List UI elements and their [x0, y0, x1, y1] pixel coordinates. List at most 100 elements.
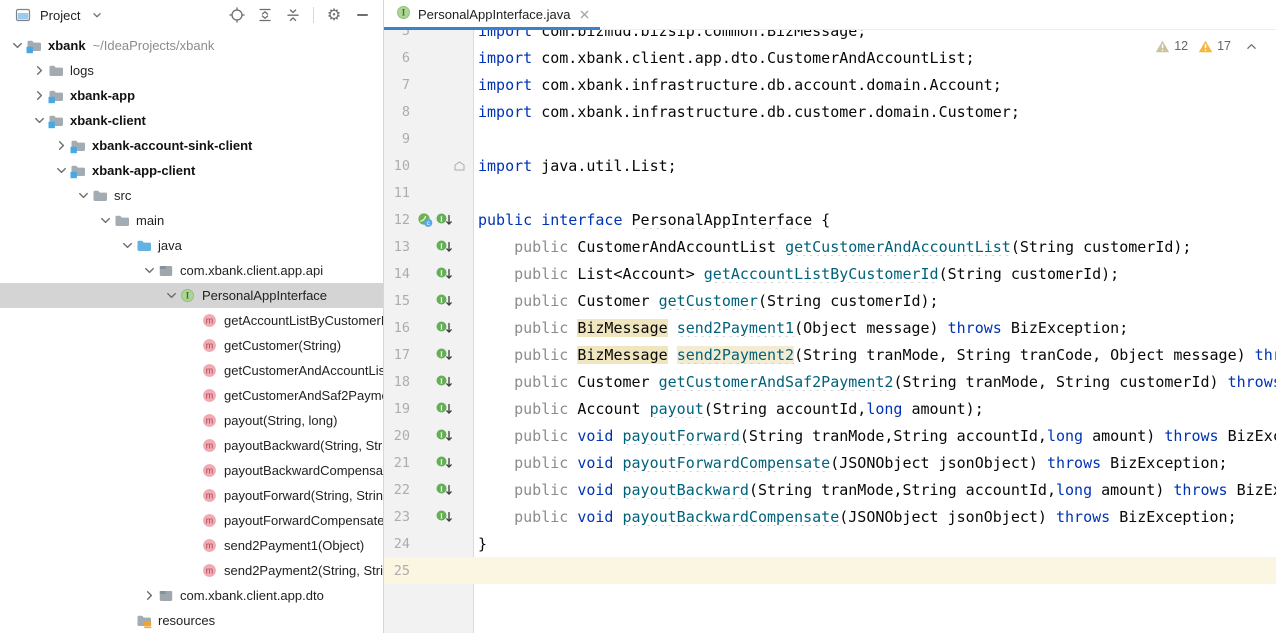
- tree-item-payoutforwardcompensate-jsonobject[interactable]: mpayoutForwardCompensate(JSONObject): [0, 508, 383, 533]
- tree-chevron-down-icon[interactable]: [8, 38, 26, 53]
- code-line-14[interactable]: 14I public List<Account> getAccountListB…: [384, 260, 1276, 287]
- implemented-marker-icon[interactable]: I: [436, 509, 453, 524]
- tree-item-xbank-client[interactable]: xbank-client: [0, 108, 383, 133]
- chevron-down-icon[interactable]: [86, 4, 108, 26]
- tree-chevron-right-icon[interactable]: [52, 138, 70, 153]
- warning-indicator[interactable]: 17: [1198, 39, 1231, 53]
- tree-item-getcustomerandsaf2payment2-string-string[interactable]: mgetCustomerAndSaf2Payment2(String, Stri…: [0, 383, 383, 408]
- tree-chevron-down-icon[interactable]: [96, 213, 114, 228]
- code-token: Account: [568, 400, 649, 418]
- tree-chevron-right-icon[interactable]: [30, 63, 48, 78]
- code-token: long: [1047, 427, 1083, 445]
- settings-gear-icon[interactable]: ⚙: [323, 4, 345, 26]
- tree-item-xbank-account-sink-client[interactable]: xbank-account-sink-client: [0, 133, 383, 158]
- tree-chevron-right-icon[interactable]: [140, 588, 158, 603]
- tree-chevron-down-icon[interactable]: [162, 288, 180, 303]
- tree-item-label: xbank-app-client: [92, 163, 195, 178]
- tree-item-send2payment2-string-string-object[interactable]: msend2Payment2(String, String, Object): [0, 558, 383, 583]
- tree-item-com-xbank-client-app-dto[interactable]: com.xbank.client.app.dto: [0, 583, 383, 608]
- tree-chevron-down-icon[interactable]: [118, 238, 136, 253]
- code-line-25[interactable]: 25: [384, 557, 1276, 584]
- implemented-marker-icon[interactable]: I: [436, 482, 453, 497]
- tree-chevron-down-icon[interactable]: [52, 163, 70, 178]
- tree-item-logs[interactable]: logs: [0, 58, 383, 83]
- method-icon: m: [202, 513, 222, 528]
- implemented-marker-icon[interactable]: I: [436, 293, 453, 308]
- code-token: payoutForwardCompensate: [623, 454, 831, 472]
- tab-close-icon[interactable]: [579, 9, 590, 20]
- code-line-8[interactable]: 8import com.xbank.infrastructure.db.cust…: [384, 98, 1276, 125]
- code-line-5[interactable]: 5import com.bizmud.bizsip.common.BizMess…: [384, 30, 1276, 44]
- tree-item-personalappinterface[interactable]: IPersonalAppInterface: [0, 283, 383, 308]
- tree-item-getcustomerandaccountlist-string[interactable]: mgetCustomerAndAccountList(String): [0, 358, 383, 383]
- tree-chevron-down-icon[interactable]: [140, 263, 158, 278]
- code-token: (String tranMode, String customerId): [893, 373, 1227, 391]
- tree-item-payoutbackwardcompensate-jsonobject[interactable]: mpayoutBackwardCompensate(JSONObject): [0, 458, 383, 483]
- code-line-21[interactable]: 21I public void payoutForwardCompensate(…: [384, 449, 1276, 476]
- chevron-up-icon[interactable]: [1245, 41, 1258, 52]
- tree-item-src[interactable]: src: [0, 183, 383, 208]
- code-line-6[interactable]: 6import com.xbank.client.app.dto.Custome…: [384, 44, 1276, 71]
- collapse-all-icon[interactable]: [282, 4, 304, 26]
- implemented-marker-icon[interactable]: I: [436, 266, 453, 281]
- tree-item-xbank[interactable]: xbank~/IdeaProjects/xbank: [0, 33, 383, 58]
- implemented-marker-icon[interactable]: I: [436, 374, 453, 389]
- tree-chevron-right-icon[interactable]: [30, 88, 48, 103]
- code-token: [478, 373, 514, 391]
- fold-marker-icon[interactable]: [454, 161, 465, 171]
- code-line-23[interactable]: 23I public void payoutBackwardCompensate…: [384, 503, 1276, 530]
- implemented-marker-icon[interactable]: I: [436, 347, 453, 362]
- code-token: [668, 346, 677, 364]
- code-token: PersonalAppInterface: [632, 211, 813, 229]
- code-line-13[interactable]: 13I public CustomerAndAccountList getCus…: [384, 233, 1276, 260]
- code-line-7[interactable]: 7import com.xbank.infrastructure.db.acco…: [384, 71, 1276, 98]
- expand-all-icon[interactable]: [254, 4, 276, 26]
- code-editor[interactable]: 12 17 5import com.bizmud.bizsip.common.B…: [384, 30, 1276, 633]
- hide-panel-icon[interactable]: [351, 4, 373, 26]
- tree-item-xbank-app[interactable]: xbank-app: [0, 83, 383, 108]
- tree-item-java[interactable]: java: [0, 233, 383, 258]
- code-token: {: [812, 211, 830, 229]
- code-line-18[interactable]: 18I public Customer getCustomerAndSaf2Pa…: [384, 368, 1276, 395]
- tree-item-payoutbackward-string-string-long[interactable]: mpayoutBackward(String, String, long): [0, 433, 383, 458]
- tree-item-send2payment1-object[interactable]: msend2Payment1(Object): [0, 533, 383, 558]
- tree-item-getcustomer-string[interactable]: mgetCustomer(String): [0, 333, 383, 358]
- code-line-10[interactable]: 10import java.util.List;: [384, 152, 1276, 179]
- gutter-icons: I: [410, 347, 468, 362]
- implemented-marker-icon[interactable]: I: [436, 320, 453, 335]
- tree-item-payout-string-long[interactable]: mpayout(String, long): [0, 408, 383, 433]
- code-token: (JSONObject jsonObject): [830, 454, 1047, 472]
- implemented-marker-icon[interactable]: I: [436, 428, 453, 443]
- select-opened-file-icon[interactable]: [226, 4, 248, 26]
- tree-item-payoutforward-string-string-long[interactable]: mpayoutForward(String, String, long): [0, 483, 383, 508]
- implemented-marker-icon[interactable]: I: [436, 401, 453, 416]
- code-line-17[interactable]: 17I public BizMessage send2Payment2(Stri…: [384, 341, 1276, 368]
- implemented-marker-icon[interactable]: I: [436, 239, 453, 254]
- implemented-marker-icon[interactable]: I: [436, 212, 453, 227]
- code-line-15[interactable]: 15I public Customer getCustomer(String c…: [384, 287, 1276, 314]
- code-line-9[interactable]: 9: [384, 125, 1276, 152]
- tree-item-com-xbank-client-app-api[interactable]: com.xbank.client.app.api: [0, 258, 383, 283]
- tree-item-label: src: [114, 188, 131, 203]
- weak-warning-indicator[interactable]: 12: [1155, 39, 1188, 53]
- tab-personalappinterface[interactable]: I PersonalAppInterface.java: [384, 0, 600, 29]
- code-line-11[interactable]: 11: [384, 179, 1276, 206]
- tree-item-getaccountlistbycustomerid-string[interactable]: mgetAccountListByCustomerId(String): [0, 308, 383, 333]
- tree-item-main[interactable]: main: [0, 208, 383, 233]
- tree-item-xbank-app-client[interactable]: xbank-app-client: [0, 158, 383, 183]
- code-line-24[interactable]: 24}: [384, 530, 1276, 557]
- code-token: Customer: [568, 292, 658, 310]
- spring-bean-icon[interactable]: c: [417, 212, 433, 228]
- code-line-22[interactable]: 22I public void payoutBackward(String tr…: [384, 476, 1276, 503]
- tree-chevron-down-icon[interactable]: [30, 113, 48, 128]
- tree-item-resources[interactable]: resources: [0, 608, 383, 633]
- code-line-16[interactable]: 16I public BizMessage send2Payment1(Obje…: [384, 314, 1276, 341]
- code-line-12[interactable]: 12cIpublic interface PersonalAppInterfac…: [384, 206, 1276, 233]
- code-token: [568, 508, 577, 526]
- code-text: import com.xbank.client.app.dto.Customer…: [468, 49, 975, 67]
- code-line-20[interactable]: 20I public void payoutForward(String tra…: [384, 422, 1276, 449]
- implemented-marker-icon[interactable]: I: [436, 455, 453, 470]
- gutter-icons: I: [410, 401, 468, 416]
- tree-chevron-down-icon[interactable]: [74, 188, 92, 203]
- code-line-19[interactable]: 19I public Account payout(String account…: [384, 395, 1276, 422]
